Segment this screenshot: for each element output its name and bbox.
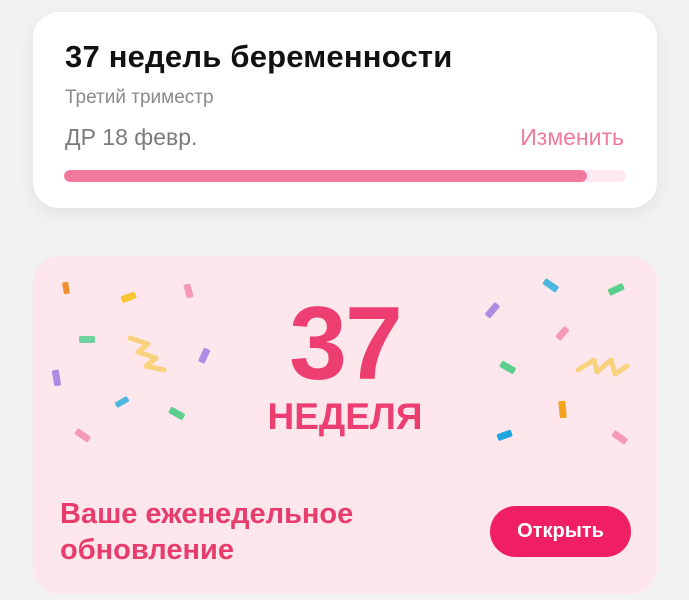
trimester-label: Третий триместр [65, 87, 214, 108]
pregnancy-card: 37 недель беременности Третий триместр Д… [33, 12, 657, 208]
weekly-update-card[interactable]: 37 НЕДЕЛЯ Ваше еженедельное обновление О… [33, 256, 657, 594]
pregnancy-progress-fill [64, 170, 587, 182]
week-number: 37 [289, 286, 403, 402]
confetti-piece [542, 278, 559, 293]
weekly-update-text: Ваше еженедельное обновление [60, 498, 354, 566]
week-label: НЕДЕЛЯ [267, 396, 423, 437]
pregnancy-title: 37 недель беременности [65, 39, 453, 74]
due-date: ДР 18 февр. [65, 124, 198, 150]
change-due-date-link[interactable]: Изменить [520, 124, 624, 151]
pregnancy-progress-bar [64, 170, 626, 182]
open-button[interactable]: Открыть [490, 506, 631, 557]
